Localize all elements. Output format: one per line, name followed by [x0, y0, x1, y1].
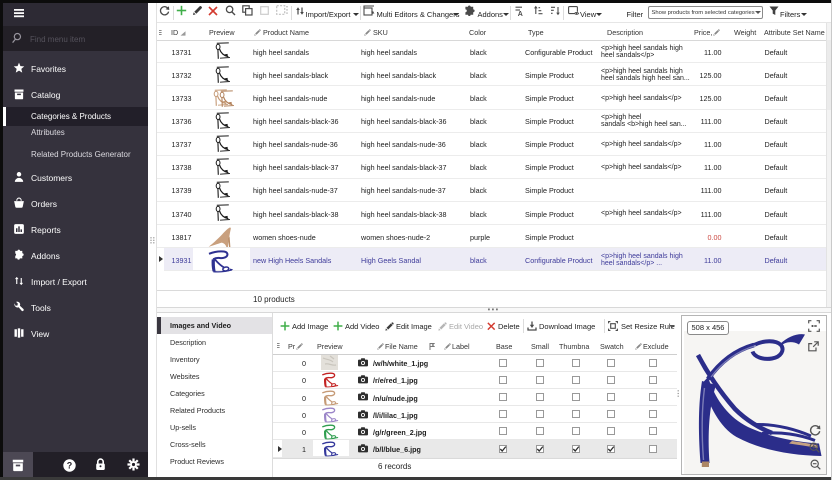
svg-text:A: A	[518, 10, 523, 15]
svg-text:?: ?	[67, 460, 73, 470]
